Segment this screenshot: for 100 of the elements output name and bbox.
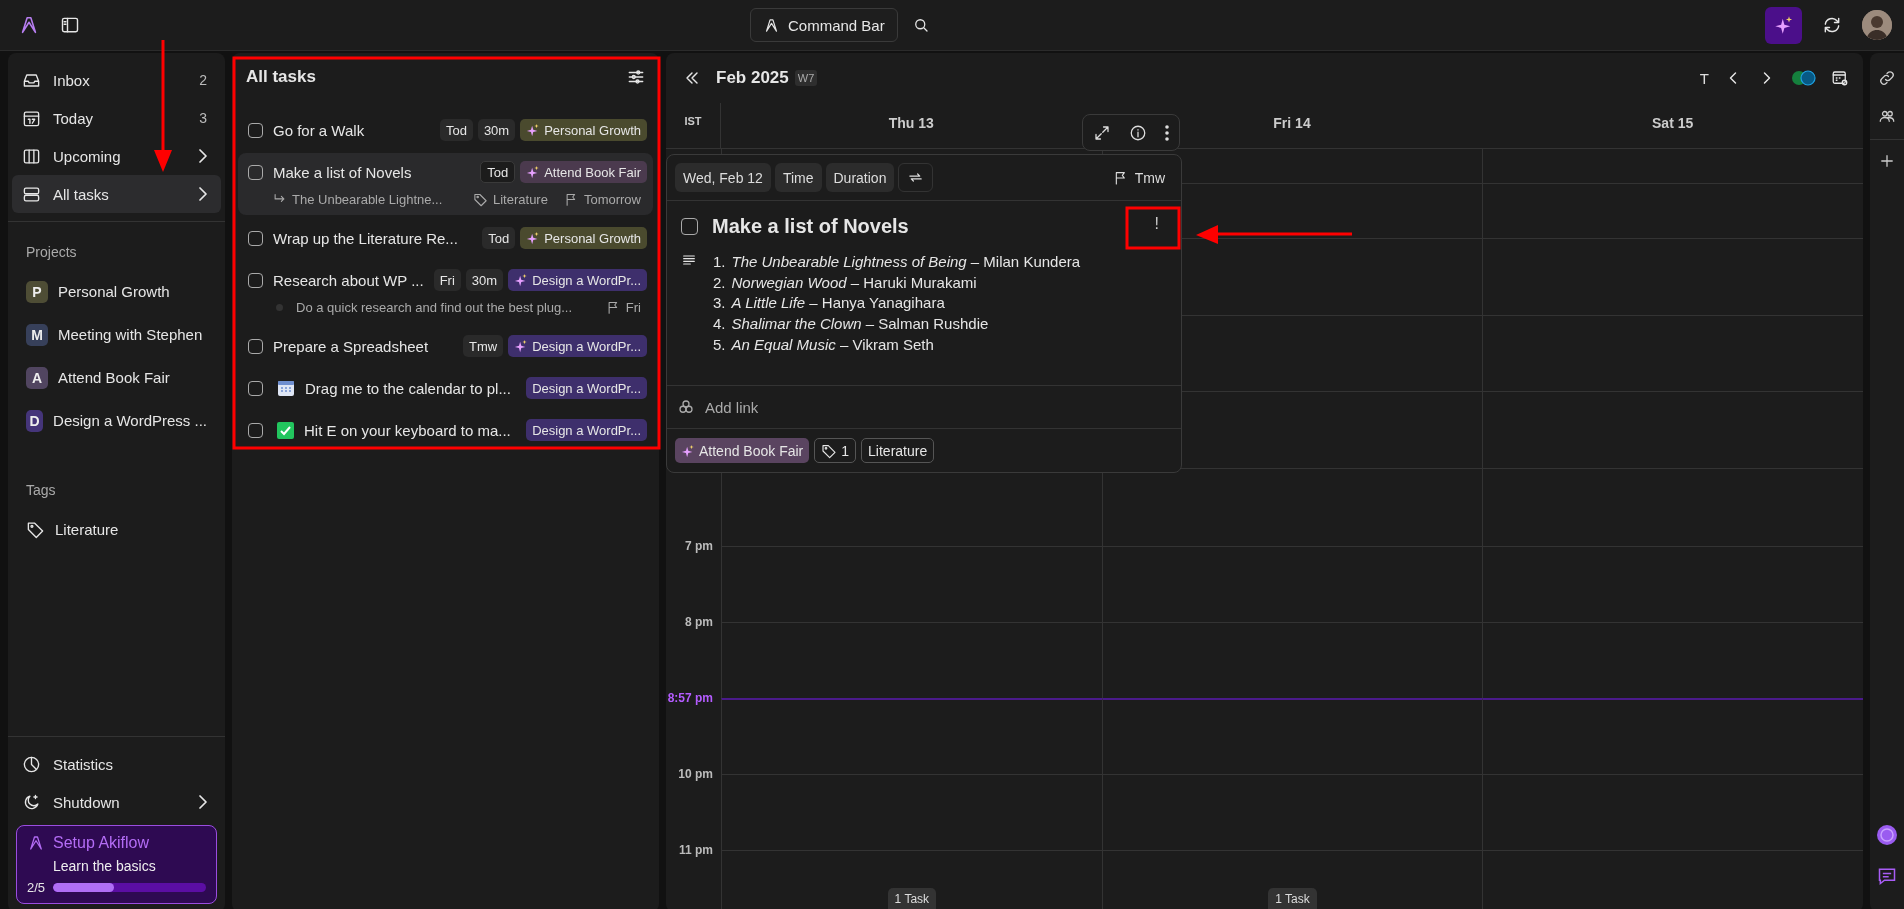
duration-chip[interactable]: 30m [465, 269, 504, 291]
setup-card[interactable]: Setup Akiflow Learn the basics 2/5 [16, 825, 217, 904]
list-number: 5. [713, 334, 726, 355]
item-count: 2 [199, 72, 207, 88]
project-chip[interactable]: Design a WordPr... [526, 377, 647, 399]
assistant-icon[interactable] [1876, 824, 1898, 846]
task-row[interactable]: Go for a Walk Tod 30m Personal Growth [238, 111, 653, 149]
command-bar-button[interactable]: Command Bar [750, 8, 898, 42]
add-link-button[interactable]: Add link [667, 385, 1181, 430]
deadline-label: Fri [625, 300, 641, 315]
filter-icon [627, 68, 645, 86]
day-header: Sat 15 [1652, 115, 1694, 131]
note-line: The Unbearable Lightness of Being – Milan Kundera [731, 252, 1081, 272]
nav-item[interactable]: Statistics [12, 745, 221, 783]
plus-icon [1878, 152, 1896, 170]
duration-chip[interactable]: Duration [825, 163, 895, 192]
tag-icon [821, 442, 838, 459]
item-count: 3 [199, 110, 207, 126]
deadline-label: Tomorrow [583, 192, 641, 207]
nav-item[interactable]: Today 3 [12, 99, 221, 137]
project-chip[interactable]: Design a WordPr... [526, 419, 647, 441]
note-line: Norwegian Wood – Haruki Murakami [731, 272, 977, 293]
date-chip[interactable]: Wed, Feb 12 [675, 163, 771, 192]
task-count-badge[interactable]: 1 Task [1268, 888, 1317, 909]
tag-count-chip[interactable]: 1 [814, 438, 857, 464]
checkbox[interactable] [248, 380, 263, 396]
list-number: 3. [713, 293, 726, 314]
time-slot[interactable] [1482, 775, 1863, 851]
toggle-icon[interactable] [1791, 70, 1817, 86]
more-icon[interactable] [1165, 124, 1169, 141]
nav-item[interactable]: Upcoming [12, 137, 221, 175]
task-row[interactable]: Research about WP ... Fri 30m Design a WordPr... Do a quick research and find out the best plug... Fri [238, 261, 653, 323]
date-chip[interactable]: Tod [482, 227, 516, 249]
time-slot[interactable]: 1 Task [1101, 851, 1483, 909]
pie-chart-icon [22, 754, 41, 774]
project-link[interactable]: Personal Growth [58, 283, 170, 300]
checkbox[interactable] [248, 230, 263, 246]
priority-button[interactable]: ! [1154, 215, 1159, 233]
tag-label: Literature [493, 192, 548, 207]
time-slot[interactable] [1482, 698, 1863, 775]
tag-chip[interactable]: Literature [861, 438, 935, 464]
project-link[interactable]: Attend Book Fair [58, 369, 170, 386]
checkbox[interactable] [248, 164, 263, 180]
task-title: Make a list of Novels [273, 163, 413, 181]
time-slot[interactable] [1482, 239, 1863, 316]
task-title: Research about WP ... [273, 271, 425, 289]
task-title: Wrap up the Literature Re... [273, 229, 459, 247]
date-chip[interactable]: Fri [433, 269, 461, 291]
rows-icon [22, 184, 41, 204]
setup-title: Setup Akiflow [53, 834, 150, 852]
nav-item[interactable]: Shutdown [12, 783, 221, 821]
project-chip[interactable]: Attend Book Fair [520, 161, 647, 183]
sparkle-icon [681, 443, 695, 458]
time-slot[interactable] [1482, 316, 1863, 392]
all-day-slot[interactable] [1482, 149, 1863, 184]
note-text: Do a quick research and find out the best plug... [296, 300, 573, 315]
task-row[interactable]: Wrap up the Literature Re... Tod Personal Growth [238, 219, 653, 257]
task-title: Drag me to the calendar to pl... [305, 379, 512, 397]
repeat-button[interactable] [898, 163, 934, 192]
project-chip[interactable]: Attend Book Fair [675, 438, 810, 464]
tag-link[interactable]: Literature [55, 521, 119, 538]
time-slot[interactable] [1482, 469, 1863, 547]
task-title: Go for a Walk [273, 121, 366, 139]
time-slot[interactable] [1482, 547, 1863, 623]
project-link[interactable]: Meeting with Stephen [58, 326, 203, 343]
task-row[interactable]: Make a list of Novels Tod Attend Book Fair The Unbearable Lightne... Literature Tomorrow [238, 153, 653, 215]
deadline-button[interactable]: Tmw [1104, 163, 1173, 192]
date-chip[interactable]: Tod [480, 161, 516, 183]
hour-label: 10 pm [677, 767, 714, 781]
duration-chip[interactable]: 30m [477, 119, 516, 141]
avatar[interactable] [1862, 10, 1892, 40]
today-button[interactable]: T [1699, 69, 1709, 87]
project-chip[interactable]: Design a WordPr... [508, 269, 647, 291]
task-row[interactable]: Drag me to the calendar to pl... Design a WordPr... [238, 369, 653, 407]
checkbox[interactable] [681, 218, 698, 235]
checkbox[interactable] [248, 122, 263, 138]
date-chip[interactable]: Tmw [462, 335, 504, 357]
nav-item[interactable]: All tasks [12, 175, 221, 213]
time-chip[interactable]: Time [774, 163, 822, 192]
project-chip[interactable]: Personal Growth [520, 227, 647, 249]
checkbox[interactable] [248, 272, 263, 288]
time-slot[interactable] [1482, 392, 1863, 469]
time-slot[interactable] [1101, 698, 1483, 775]
task-row[interactable]: Hit E on your keyboard to ma... Design a WordPr... [238, 411, 653, 449]
time-slot[interactable] [721, 698, 1102, 775]
chat-icon[interactable] [1877, 866, 1897, 886]
project-link[interactable]: Design a WordPress ... [53, 412, 207, 429]
checkbox[interactable] [248, 422, 263, 438]
project-chip[interactable]: Design a WordPr... [508, 335, 647, 357]
project-chip[interactable]: Personal Growth [520, 119, 647, 141]
checkbox[interactable] [248, 338, 263, 354]
note-line: An Equal Music – Vikram Seth [731, 334, 934, 355]
nav-item[interactable]: Inbox 2 [12, 61, 221, 99]
sidebar-toggle-icon [60, 15, 80, 35]
ai-button[interactable] [1765, 6, 1802, 44]
time-slot[interactable]: 1 Task [721, 851, 1102, 909]
task-count-badge[interactable]: 1 Task [887, 888, 937, 909]
time-slot[interactable] [1482, 184, 1863, 239]
date-chip[interactable]: Tod [439, 119, 473, 141]
task-row[interactable]: Prepare a Spreadsheet Tmw Design a WordPr... [238, 327, 653, 365]
